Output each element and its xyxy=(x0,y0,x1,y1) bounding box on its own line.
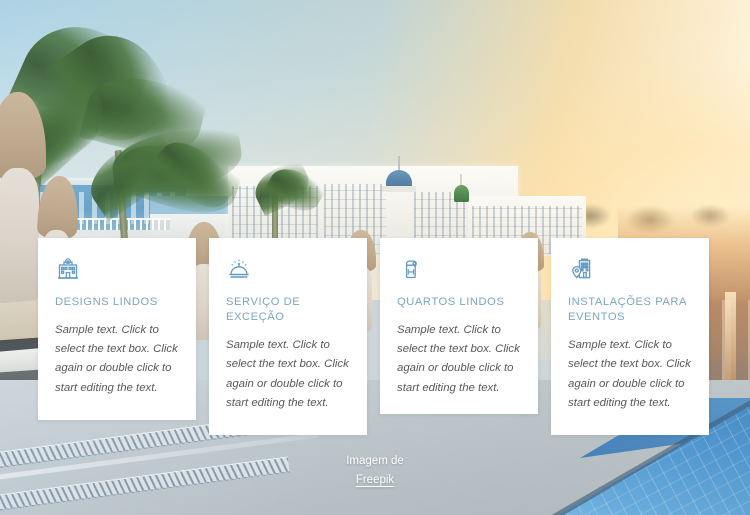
location-pin-hotel-icon xyxy=(568,256,594,282)
feature-card-quartos[interactable]: QUARTOS LINDOS Sample text. Click to sel… xyxy=(380,238,538,414)
card-text: Sample text. Click to select the text bo… xyxy=(568,339,691,409)
blue-dome-base xyxy=(382,186,416,192)
card-text: Sample text. Click to select the text bo… xyxy=(226,339,349,409)
door-hanger-icon xyxy=(397,256,423,282)
image-credit: Imagem de Freepik xyxy=(0,452,750,490)
freepik-link[interactable]: Freepik xyxy=(356,474,394,486)
card-text: Sample text. Click to select the text bo… xyxy=(397,324,520,394)
green-dome xyxy=(454,185,469,202)
card-text: Sample text. Click to select the text bo… xyxy=(55,324,178,394)
feature-card-instalacoes[interactable]: INSTALAÇÕES PARA EVENTOS Sample text. Cl… xyxy=(551,238,709,435)
hotel-building-icon xyxy=(55,256,81,282)
service-bell-icon xyxy=(226,256,252,282)
feature-card-servico[interactable]: SERVIÇO DE EXCEÇÃO Sample text. Click to… xyxy=(209,238,367,435)
card-title: INSTALAÇÕES PARA EVENTOS xyxy=(568,296,687,324)
feature-cards: DESIGNS LINDOS Sample text. Click to sel… xyxy=(38,238,714,438)
feature-card-designs[interactable]: DESIGNS LINDOS Sample text. Click to sel… xyxy=(38,238,196,420)
credit-prefix: Imagem de xyxy=(346,455,404,467)
card-title: QUARTOS LINDOS xyxy=(397,296,505,308)
card-title: SERVIÇO DE EXCEÇÃO xyxy=(226,296,301,324)
column xyxy=(725,292,736,388)
umbrella-top xyxy=(0,92,46,181)
card-title: DESIGNS LINDOS xyxy=(55,296,158,308)
